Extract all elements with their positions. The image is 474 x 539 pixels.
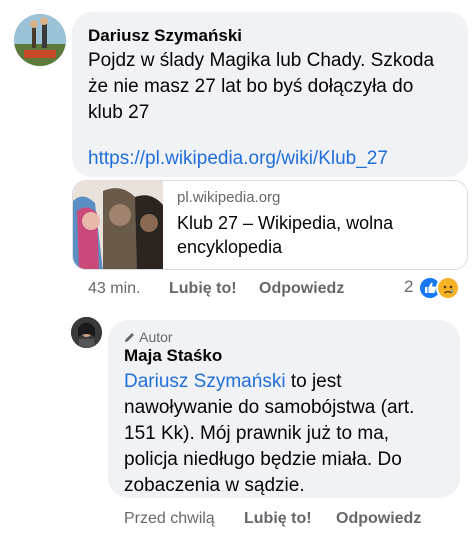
author-badge: Autor [124,329,173,345]
reply-text-segment: to jest [285,371,342,392]
reply-timestamp[interactable]: Przed chwilą [124,510,215,528]
reply-reply-button[interactable]: Odpowiedz [336,510,421,528]
link-preview-title: Klub 27 – Wikipedia, wolna encyklopedia [177,213,394,257]
reply-line: zobaczenia w sądzie. [124,475,305,496]
author-badge-label: Autor [139,329,173,345]
reply-line: 151 Kk). Mój prawnik już to ma, [124,423,390,444]
comment-line: że nie masz 27 lat bo byś dołączyła do [88,76,414,97]
avatar-maja[interactable] [71,317,102,348]
comment-line: klub 27 [88,102,150,123]
reply-line: nawoływanie do samobójstwa (art. [124,397,415,418]
link-preview-domain: pl.wikipedia.org [177,189,281,206]
avatar-dariusz[interactable] [14,14,66,66]
link-preview-card[interactable]: pl.wikipedia.org Klub 27 – Wikipedia, wo… [72,180,468,270]
reply-text: Dariusz Szymański to jest nawoływanie do… [124,369,454,499]
reply-line: policja niedługo będzie miała. Do [124,449,402,470]
reply-line: Dariusz Szymański to jest [124,369,454,395]
mention-link[interactable]: Dariusz Szymański [124,371,286,392]
pencil-icon [125,333,134,342]
comment-link[interactable]: https://pl.wikipedia.org/wiki/Klub_27 [88,146,388,172]
comment-author[interactable]: Dariusz Szymański [88,26,242,46]
comment-line: Pojdz w ślady Magika lub Chady. Szkoda [88,50,435,71]
reply-button[interactable]: Odpowiedz [259,280,344,298]
comment-text: Pojdz w ślady Magika lub Chady. Szkoda ż… [88,48,458,126]
reply-like-button[interactable]: Lubię to! [244,510,312,528]
sad-reaction-icon [436,276,460,300]
comment-timestamp[interactable]: 43 min. [88,280,140,298]
reaction-count: 2 [404,277,414,296]
like-button[interactable]: Lubię to! [169,280,237,298]
link-preview-thumbnail [73,181,163,269]
reply-author[interactable]: Maja Staśko [124,346,222,366]
